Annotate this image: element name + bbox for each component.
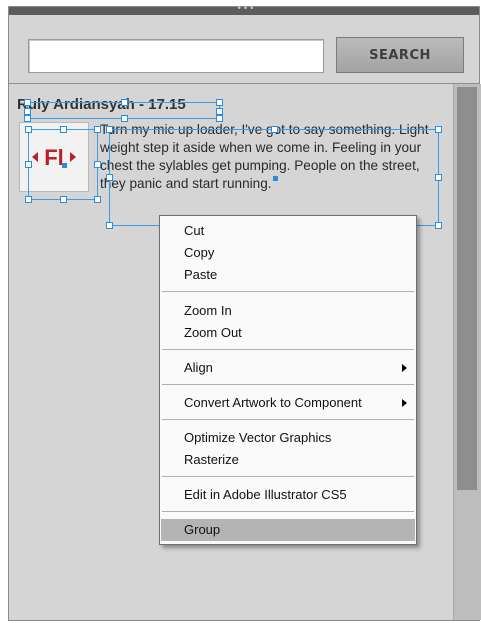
avatar-text: Fl [44,145,64,170]
post-text[interactable]: Turn my mic up loader, I've got to say s… [100,121,430,209]
menu-separator [162,419,414,420]
menu-item-zoom-in[interactable]: Zoom In [161,300,415,322]
menu-item-paste[interactable]: Paste [161,264,415,286]
menu-item-group[interactable]: Group [161,519,415,541]
menu-separator [162,291,414,292]
drag-grip-icon[interactable]: ••• [234,5,258,14]
menu-separator [162,476,414,477]
flash-logo-icon: Fl [32,145,76,170]
vertical-scrollbar[interactable] [453,84,481,620]
menu-item-optimize-vector[interactable]: Optimize Vector Graphics [161,427,415,449]
menu-item-copy[interactable]: Copy [161,242,415,264]
context-menu: Cut Copy Paste Zoom In Zoom Out Align Co… [159,215,417,545]
menu-item-cut[interactable]: Cut [161,220,415,242]
menu-item-align[interactable]: Align [161,357,415,379]
menu-item-zoom-out[interactable]: Zoom Out [161,322,415,344]
menu-item-edit-in-illustrator[interactable]: Edit in Adobe Illustrator CS5 [161,484,415,506]
scrollbar-thumb[interactable] [457,87,477,490]
search-area: SEARCH [9,15,479,84]
submenu-arrow-icon [402,399,407,407]
menu-item-convert-artwork-label: Convert Artwork to Component [184,395,362,410]
menu-separator [162,511,414,512]
menu-item-rasterize[interactable]: Rasterize [161,449,415,471]
menu-separator [162,384,414,385]
search-input[interactable] [28,39,324,73]
menu-item-convert-artwork[interactable]: Convert Artwork to Component [161,392,415,414]
menu-item-align-label: Align [184,360,213,375]
submenu-arrow-icon [402,364,407,372]
search-button[interactable]: SEARCH [336,37,464,73]
post-title[interactable]: Ruly Ardiansyah - 17.15 [17,96,186,113]
menu-separator [162,349,414,350]
avatar[interactable]: Fl [19,122,89,192]
